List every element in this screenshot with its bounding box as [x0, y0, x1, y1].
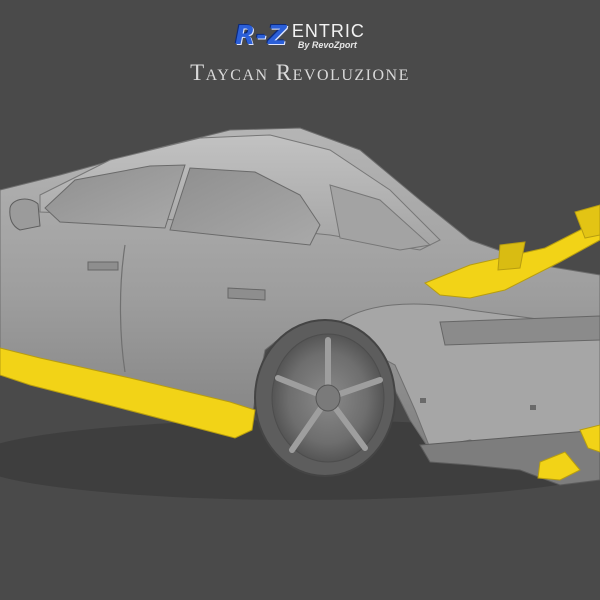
- brand-logo: R-Z ENTRIC By RevoZport: [0, 22, 600, 50]
- reflector: [530, 405, 536, 410]
- rear-wheel: [254, 319, 396, 477]
- logo-wordmark: ENTRIC: [291, 21, 365, 41]
- model-title: Taycan Revoluzione: [190, 60, 410, 85]
- door-handle-front: [87, 261, 119, 271]
- door-handle-rear: [227, 287, 266, 301]
- car-render: [0, 127, 600, 500]
- logo-subtitle: By RevoZport: [297, 40, 357, 50]
- side-mirror: [9, 198, 41, 231]
- reflector: [420, 398, 426, 403]
- logo-mark: R-Z: [235, 21, 288, 51]
